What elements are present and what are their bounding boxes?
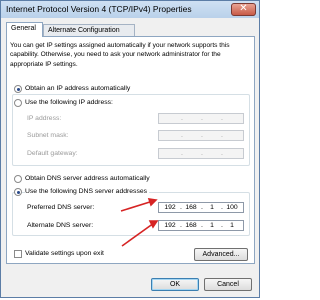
close-icon: ✕ — [239, 3, 248, 14]
subnet-mask-label: Subnet mask: — [27, 132, 69, 139]
preferred-dns-input[interactable]: 192 . 168 . 1 . 100 — [158, 202, 244, 213]
ip-address-label: IP address: — [27, 115, 62, 122]
subnet-mask-input[interactable]: ... — [158, 130, 244, 141]
advanced-button[interactable]: Advanced... — [194, 248, 248, 261]
use-following-dns-radio[interactable] — [14, 188, 22, 196]
use-following-ip-label[interactable]: Use the following IP address: — [25, 99, 113, 106]
validate-label[interactable]: Validate settings upon exit — [25, 250, 104, 257]
alternate-dns-input[interactable]: 192 . 168 . 1 . 1 — [158, 220, 244, 231]
cancel-button[interactable]: Cancel — [204, 278, 252, 291]
preferred-dns-label: Preferred DNS server: — [27, 204, 95, 211]
obtain-dns-auto-radio[interactable] — [14, 175, 22, 183]
alternate-dns-label: Alternate DNS server: — [27, 222, 94, 229]
default-gateway-input[interactable]: ... — [158, 148, 244, 159]
window-title: Internet Protocol Version 4 (TCP/IPv4) P… — [6, 4, 192, 14]
use-following-ip-radio[interactable] — [14, 99, 22, 107]
default-gateway-label: Default gateway: — [27, 150, 78, 157]
obtain-ip-auto-radio[interactable] — [14, 85, 22, 93]
ok-button[interactable]: OK — [151, 278, 199, 291]
title-bar[interactable]: Internet Protocol Version 4 (TCP/IPv4) P… — [1, 1, 259, 18]
intro-text: You can get IP settings assigned automat… — [10, 42, 230, 68]
dialog-window: Internet Protocol Version 4 (TCP/IPv4) P… — [0, 0, 260, 298]
ip-address-input[interactable]: ... — [158, 113, 244, 124]
tab-general[interactable]: General — [6, 22, 43, 37]
validate-checkbox[interactable] — [14, 250, 22, 258]
obtain-ip-auto-label[interactable]: Obtain an IP address automatically — [25, 85, 130, 92]
close-button[interactable]: ✕ — [231, 3, 256, 16]
obtain-dns-auto-label[interactable]: Obtain DNS server address automatically — [25, 175, 150, 182]
use-following-dns-label[interactable]: Use the following DNS server addresses — [25, 188, 150, 195]
